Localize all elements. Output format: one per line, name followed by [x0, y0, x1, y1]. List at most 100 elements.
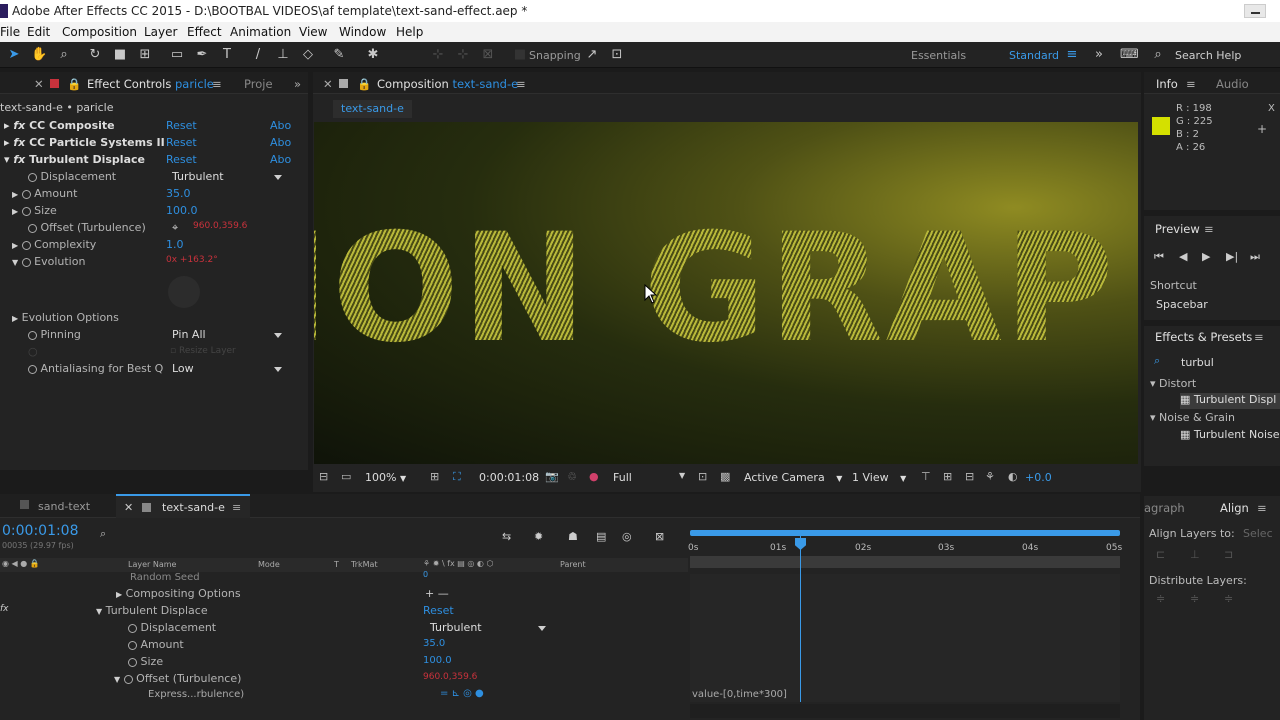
snap-grid-icon[interactable]: ⊡ — [609, 47, 625, 63]
row-offset[interactable]: ▼ Offset (Turbulence) — [114, 672, 241, 688]
last-frame-icon[interactable]: ⏭ — [1250, 250, 1260, 264]
panel-menu-icon[interactable]: ≡ — [1257, 501, 1267, 515]
amount-value[interactable]: 35.0 — [166, 187, 191, 203]
composition-tab[interactable]: Composition text-sand-e — [377, 77, 518, 91]
graph-editor-icon[interactable]: ⊠ — [655, 530, 664, 543]
crosshair-icon[interactable]: ⌖ — [172, 221, 178, 237]
stopwatch-icon[interactable] — [128, 657, 137, 667]
col-parent[interactable]: Parent — [560, 560, 586, 569]
col-layer-name[interactable]: Layer Name — [128, 560, 176, 569]
zoom-dropdown[interactable]: 100% ▼ — [365, 471, 406, 484]
frame-blending-icon[interactable]: ▤ — [596, 530, 606, 543]
snapping-checkbox[interactable]: ■ — [512, 47, 528, 63]
paragraph-tab[interactable]: agraph — [1144, 501, 1185, 515]
timeline-offset-value[interactable]: 960.0,359.6 — [423, 672, 477, 688]
rotate-tool-icon[interactable]: ↻ — [87, 47, 103, 63]
distribute-center-icon[interactable]: ≑ — [1190, 592, 1199, 605]
workspace-essentials[interactable]: Essentials — [911, 49, 966, 62]
flowchart-icon[interactable]: ⚘ — [985, 470, 995, 483]
info-tab[interactable]: Info — [1156, 77, 1178, 91]
axis-view-icon[interactable]: ⊠ — [480, 47, 496, 63]
stopwatch-icon[interactable] — [21, 206, 31, 216]
search-help-field[interactable]: Search Help — [1175, 49, 1241, 62]
stopwatch-icon[interactable] — [21, 189, 31, 199]
antialiasing-dropdown[interactable]: Low — [172, 362, 282, 376]
viewer-timecode[interactable]: 0:00:01:08 — [479, 471, 539, 484]
stopwatch-icon[interactable] — [128, 623, 137, 633]
zoom-tool-icon[interactable]: ⌕ — [56, 47, 72, 63]
stopwatch-icon[interactable] — [28, 172, 37, 182]
panel-menu-icon[interactable]: ≡ — [1186, 77, 1196, 91]
align-to-dropdown[interactable]: Selec — [1243, 527, 1273, 540]
region-icon[interactable]: ⛶ — [453, 470, 461, 484]
row-compositing-options[interactable]: ▶ Compositing Options — [116, 587, 241, 603]
keyboard-icon[interactable]: ⌨ — [1120, 47, 1139, 63]
reset-button[interactable]: Reset — [166, 136, 197, 152]
clone-stamp-tool-icon[interactable]: ⊥ — [275, 47, 291, 63]
axis-world-icon[interactable]: ⊹ — [455, 47, 471, 63]
panel-menu-icon[interactable]: ≡ — [232, 501, 241, 514]
stopwatch-icon[interactable]: ○ — [28, 345, 38, 361]
stopwatch-icon[interactable] — [128, 640, 137, 650]
project-tab[interactable]: Proje — [244, 77, 273, 91]
composition-subtab[interactable]: text-sand-e — [333, 100, 412, 118]
timeline-reset-button[interactable]: Reset — [423, 604, 454, 620]
row-turbulent-displace[interactable]: ▼ Turbulent Displace — [96, 604, 208, 620]
playhead-line[interactable] — [800, 534, 801, 702]
complexity-value[interactable]: 1.0 — [166, 238, 184, 254]
col-trkmat[interactable]: TrkMat — [351, 560, 378, 569]
evolution-options-group[interactable]: ▶ Evolution Options — [12, 311, 119, 327]
about-button[interactable]: Abo — [270, 153, 291, 169]
evolution-dial[interactable] — [168, 276, 200, 308]
puppet-tool-icon[interactable]: ✱ — [365, 47, 381, 63]
workspace-more-icon[interactable]: » — [1091, 47, 1107, 63]
compositing-add-remove[interactable]: + — — [425, 587, 449, 603]
timeline-displacement-dropdown[interactable]: Turbulent — [430, 621, 546, 635]
pinning-dropdown[interactable]: Pin All — [172, 328, 282, 342]
panel-menu-icon[interactable]: ≡ — [1204, 222, 1214, 236]
panel-menu-icon[interactable]: ≡ — [516, 77, 526, 91]
show-snapshot-icon[interactable]: ♲ — [567, 470, 577, 483]
row-size[interactable]: Size — [128, 655, 163, 671]
next-frame-icon[interactable]: ▶| — [1226, 250, 1238, 263]
effects-search-input[interactable]: turbul — [1181, 356, 1214, 369]
workspace-menu-icon[interactable]: ≡ — [1064, 47, 1080, 63]
category-distort[interactable]: ▾ Distort — [1150, 377, 1196, 390]
timeline-icon[interactable]: ⊟ — [965, 470, 974, 483]
play-icon[interactable]: ▶ — [1202, 250, 1210, 263]
category-noise-grain[interactable]: ▾ Noise & Grain — [1150, 411, 1235, 424]
reset-button[interactable]: Reset — [166, 153, 197, 169]
eraser-tool-icon[interactable]: ◇ — [300, 47, 316, 63]
pan-behind-tool-icon[interactable]: ⊞ — [137, 47, 153, 63]
size-value[interactable]: 100.0 — [166, 204, 198, 220]
stopwatch-icon[interactable] — [21, 240, 31, 250]
effect-cc-particle-systems[interactable]: ▸ fx CC Particle Systems II — [4, 136, 165, 152]
col-t[interactable]: T — [334, 560, 339, 569]
workspace-standard[interactable]: Standard — [1009, 49, 1059, 62]
close-icon[interactable]: ✕ — [323, 77, 333, 91]
lock-icon[interactable]: 🔒 — [67, 77, 81, 91]
transparency-grid-icon[interactable]: ▩ — [720, 470, 730, 483]
effect-cc-composite[interactable]: ▸ fx CC Composite — [4, 119, 115, 135]
displacement-dropdown[interactable]: Turbulent — [172, 170, 282, 184]
lock-icon[interactable]: 🔒 — [357, 77, 371, 91]
chevron-down-icon[interactable]: ▼ — [679, 471, 685, 480]
close-icon[interactable]: ✕ — [34, 77, 44, 91]
menu-effect[interactable]: Effect — [187, 25, 222, 39]
draft-3d-icon[interactable]: ✹ — [534, 530, 543, 543]
expression-text[interactable]: value-[0,time*300] — [692, 689, 787, 700]
motion-blur-icon[interactable]: ◎ — [622, 530, 632, 543]
brush-tool-icon[interactable]: / — [250, 47, 266, 63]
roto-brush-tool-icon[interactable]: ✎ — [331, 47, 347, 63]
menu-file[interactable]: File — [0, 25, 20, 39]
effect-turbulent-displace[interactable]: ▾ fx Turbulent Displace — [4, 153, 145, 169]
panel-menu-icon[interactable]: ≡ — [1254, 330, 1264, 344]
snap-option-icon[interactable]: ↗ — [584, 47, 600, 63]
shortcut-dropdown[interactable]: Spacebar — [1156, 298, 1208, 311]
axis-local-icon[interactable]: ⊹ — [430, 47, 446, 63]
channel-icon[interactable]: ● — [589, 470, 599, 483]
row-amount[interactable]: Amount — [128, 638, 184, 654]
timeline-tab-sand-text[interactable]: sand-text — [38, 500, 90, 513]
menu-help[interactable]: Help — [396, 25, 423, 39]
menu-edit[interactable]: Edit — [27, 25, 50, 39]
